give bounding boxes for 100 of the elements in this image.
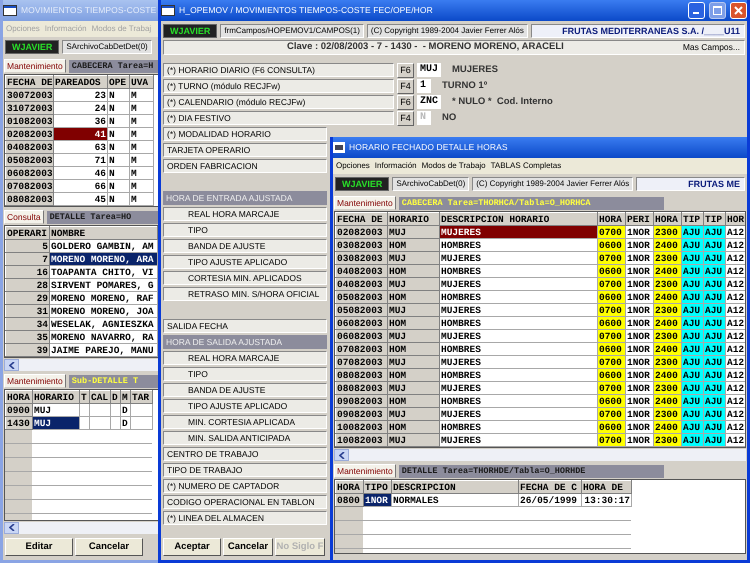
grid-cell[interactable]: A12 xyxy=(726,434,745,446)
column-header[interactable]: FECHA DE xyxy=(6,76,54,88)
column-header[interactable]: FECHA DE xyxy=(336,212,388,226)
minimize-button[interactable] xyxy=(688,2,705,19)
grid-cell[interactable]: M xyxy=(130,88,154,102)
grid-cell[interactable]: A12 xyxy=(726,394,745,408)
row-key-cell[interactable]: 05082003 xyxy=(336,304,388,316)
grid-cell[interactable]: MUJERES xyxy=(440,278,598,290)
grid-cell[interactable]: HOMBRES xyxy=(440,316,598,330)
grid-cell[interactable]: M xyxy=(130,192,154,206)
grid-cell[interactable]: MUJERES xyxy=(440,434,598,446)
grid-cell[interactable]: MUJERES xyxy=(440,382,598,394)
grid-cell[interactable]: HOMBRES xyxy=(440,368,598,382)
grid-cell[interactable]: A12 xyxy=(726,290,745,304)
row-key-cell[interactable]: 39 xyxy=(6,344,50,356)
grid-cell[interactable]: 63 xyxy=(54,140,108,154)
row-key-cell[interactable]: 09082003 xyxy=(336,408,388,420)
grid-cell[interactable]: HOMBRES xyxy=(440,420,598,434)
row-key-cell[interactable]: 03082003 xyxy=(336,238,388,252)
column-header[interactable]: HORARIO xyxy=(388,212,440,226)
scroll-left-button[interactable] xyxy=(4,359,19,371)
row-key-cell[interactable]: 05082003 xyxy=(336,290,388,304)
row-key-cell[interactable]: MUJ xyxy=(388,330,440,342)
lookup-key-button[interactable]: F6 xyxy=(397,62,414,78)
grid-cell[interactable]: N xyxy=(108,128,130,140)
row-key-cell[interactable]: MUJ xyxy=(388,408,440,420)
column-header[interactable]: CAL xyxy=(90,390,110,404)
grid-cell[interactable]: MORENO MORENO, ARA xyxy=(50,252,158,266)
close-button[interactable] xyxy=(730,2,747,19)
grid-cell[interactable]: A12 xyxy=(726,368,745,382)
row-key-cell[interactable]: 04082003 xyxy=(336,278,388,290)
row-key-cell[interactable]: 07082003 xyxy=(6,180,54,192)
row-key-cell[interactable]: 06082003 xyxy=(336,330,388,342)
row-key-cell[interactable]: HOM xyxy=(388,394,440,408)
row-key-cell[interactable]: 04082003 xyxy=(336,264,388,278)
grid-cell[interactable]: N xyxy=(108,154,130,166)
lookup-key-button[interactable]: F4 xyxy=(397,78,414,94)
column-header[interactable]: OPE xyxy=(108,76,130,88)
row-key-cell[interactable]: 29 xyxy=(6,292,50,304)
column-header[interactable]: T xyxy=(80,390,90,404)
menu-item[interactable]: Modos de Trabajo xyxy=(422,160,486,172)
grid-cell[interactable]: A12 xyxy=(726,330,745,342)
row-key-cell[interactable]: 07082003 xyxy=(336,356,388,368)
row-key-cell[interactable]: 5 xyxy=(6,240,50,252)
grid-cell[interactable]: D xyxy=(120,404,130,416)
grid-cell[interactable]: N xyxy=(108,192,130,206)
grid-cell[interactable]: HOMBRES xyxy=(440,342,598,356)
column-header[interactable]: DESCRIPCION HORARIO xyxy=(440,212,598,226)
column-header[interactable]: TIPO xyxy=(364,480,392,494)
grid-cell[interactable]: 41 xyxy=(54,128,108,140)
grid-cell[interactable]: A12 xyxy=(726,238,745,252)
grid-cell[interactable]: A12 xyxy=(726,264,745,278)
row-key-cell[interactable]: 7 xyxy=(6,252,50,266)
grid-cell[interactable]: JAIME PAREJO, MANU xyxy=(50,344,158,356)
grid-cell[interactable]: WESELAK, AGNIESZKA xyxy=(50,318,158,330)
tab[interactable]: Mantenimiento xyxy=(334,196,396,210)
more-fields-link[interactable]: Mas Campos... xyxy=(682,41,740,54)
grid-cell[interactable]: MUJERES xyxy=(440,226,598,238)
grid-cell[interactable]: 45 xyxy=(54,192,108,206)
row-key-cell[interactable]: 02082003 xyxy=(6,128,54,140)
column-header[interactable]: FECHA DE C xyxy=(518,480,582,494)
grid-cell[interactable]: M xyxy=(130,154,154,166)
grid-cell[interactable]: N xyxy=(108,102,130,114)
grid-cell[interactable]: MUJERES xyxy=(440,330,598,342)
row-key-cell[interactable]: HOM xyxy=(388,264,440,278)
grid-cell[interactable] xyxy=(130,404,152,416)
grid-cell[interactable]: TOAPANTA CHITO, VI xyxy=(50,266,158,278)
grid-cell[interactable]: A12 xyxy=(726,408,745,420)
grid-cell[interactable]: A12 xyxy=(726,316,745,330)
grid-cell[interactable]: SIRVENT POMARES, G xyxy=(50,278,158,292)
row-key-cell[interactable]: MUJ xyxy=(388,304,440,316)
menu-item[interactable]: TABLAS Completas xyxy=(490,160,562,172)
grid-cell[interactable]: MUJERES xyxy=(440,304,598,316)
row-key-cell[interactable]: 31 xyxy=(6,304,50,318)
grid-cell[interactable]: MORENO NAVARRO, RA xyxy=(50,330,158,344)
grid-cell[interactable]: A12 xyxy=(726,356,745,368)
column-header[interactable]: NOMBRE xyxy=(50,226,158,240)
column-header[interactable]: PERI xyxy=(626,212,654,226)
row-key-cell[interactable]: 01082003 xyxy=(6,114,54,128)
row-key-cell[interactable]: HOM xyxy=(388,420,440,434)
grid-cell[interactable]: 66 xyxy=(54,180,108,192)
row-key-cell[interactable]: MUJ xyxy=(388,278,440,290)
row-key-cell[interactable]: 30072003 xyxy=(6,88,54,102)
grid-cell[interactable]: HOMBRES xyxy=(440,238,598,252)
grid-cell[interactable]: HOMBRES xyxy=(440,394,598,408)
grid-cell[interactable]: 46 xyxy=(54,166,108,180)
grid-cell[interactable]: N xyxy=(108,88,130,102)
row-key-cell[interactable]: 08082003 xyxy=(336,382,388,394)
row-key-cell[interactable]: MUJ xyxy=(388,434,440,446)
column-header[interactable]: TIP xyxy=(682,212,704,226)
column-header[interactable]: UVA xyxy=(130,76,154,88)
tab[interactable]: Consulta xyxy=(4,210,44,224)
column-header[interactable]: HOR xyxy=(726,212,745,226)
input-field[interactable]: ZNC xyxy=(417,95,442,109)
input-field[interactable]: MUJ xyxy=(417,63,442,77)
row-key-cell[interactable]: 10082003 xyxy=(336,434,388,446)
row-key-cell[interactable]: 08082003 xyxy=(336,368,388,382)
column-header[interactable]: M xyxy=(120,390,130,404)
grid-cell[interactable]: A12 xyxy=(726,226,745,238)
row-key-cell[interactable]: 10082003 xyxy=(336,420,388,434)
